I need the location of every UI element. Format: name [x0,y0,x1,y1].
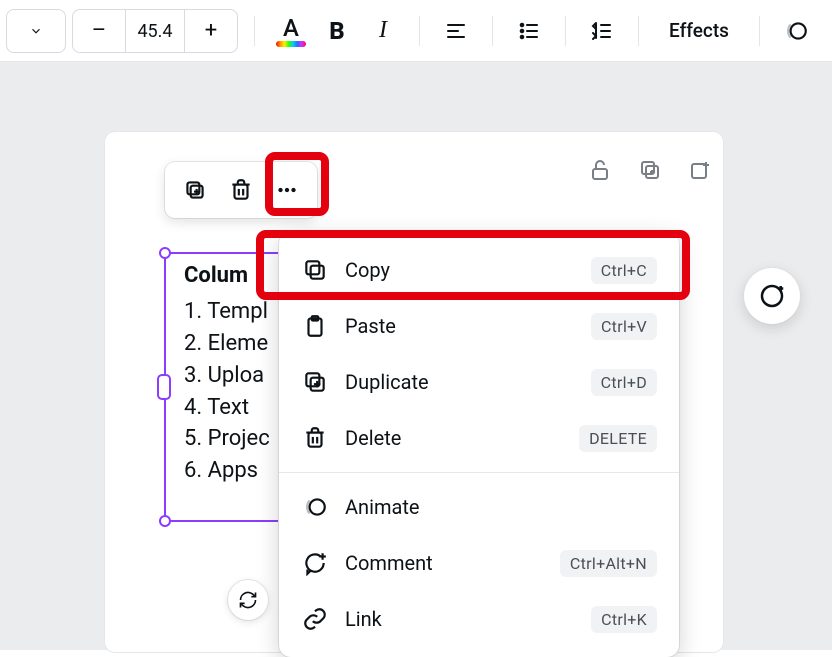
text-block[interactable]: Colum 1. Templ 2. Eleme 3. Uploa 4. Text… [184,260,270,487]
resize-handle-tl[interactable] [159,247,171,259]
cycle-icon [238,590,258,610]
lock-button[interactable] [586,156,614,184]
list-button[interactable] [509,11,549,51]
list-item: 6. Apps [184,455,270,487]
comment-icon [301,549,329,577]
selection-toolbar [165,162,317,218]
text-color-button[interactable]: A [271,15,311,47]
add-page-icon [688,158,712,182]
list-icon [517,19,541,43]
top-toolbar: – 45.4 + A B I Effects [0,0,832,62]
duplicate-selection-button[interactable] [173,168,217,212]
page-actions [586,156,714,184]
unlock-icon [588,158,612,182]
trash-icon [301,424,329,452]
effects-button[interactable]: Effects [655,11,743,51]
list-item: 3. Uploa [184,360,270,392]
resize-handle-left[interactable] [157,374,171,400]
sparkle-chat-icon [757,281,787,311]
ctx-comment[interactable]: Comment Ctrl+Alt+N [279,535,679,591]
menu-divider [279,472,679,473]
ai-assist-button[interactable] [744,268,800,324]
paste-icon [301,312,329,340]
list-item: 4. Text [184,392,270,424]
bold-button[interactable]: B [317,11,357,51]
ctx-animate[interactable]: Animate [279,479,679,535]
spacing-button[interactable] [582,11,622,51]
resize-handle-bl[interactable] [159,515,171,527]
ctx-shortcut: Ctrl+C [591,257,657,284]
list-item: 2. Eleme [184,328,270,360]
font-size-increase[interactable]: + [185,10,237,52]
ctx-copy[interactable]: Copy Ctrl+C [279,242,679,298]
animate-icon [301,493,329,521]
font-size-box: – 45.4 + [72,9,238,53]
text-color-letter: A [283,15,299,41]
trash-icon [228,177,254,203]
context-menu: Copy Ctrl+C Paste Ctrl+V Duplicate Ctrl+… [279,232,679,657]
duplicate-icon [182,177,208,203]
duplicate-icon [301,368,329,396]
duplicate-icon [638,158,662,182]
ctx-link[interactable]: Link Ctrl+K [279,591,679,647]
add-page-button[interactable] [686,156,714,184]
canvas-area: Colum 1. Templ 2. Eleme 3. Uploa 4. Text… [0,62,832,650]
chevron-down-icon [29,24,43,38]
align-icon [444,19,468,43]
ctx-shortcut: Ctrl+Alt+N [560,550,657,577]
font-size-decrease[interactable]: – [73,10,125,52]
ctx-paste[interactable]: Paste Ctrl+V [279,298,679,354]
ctx-shortcut: Ctrl+K [591,606,657,633]
link-icon [301,605,329,633]
italic-button[interactable]: I [363,11,403,51]
align-button[interactable] [436,11,476,51]
ctx-shortcut: Ctrl+V [591,313,657,340]
text-color-swatch [276,41,306,47]
cycle-button[interactable] [228,580,268,620]
animate-toolbar-button[interactable] [776,11,816,51]
font-size-value[interactable]: 45.4 [125,10,185,52]
delete-selection-button[interactable] [219,168,263,212]
spacing-icon [590,19,614,43]
list-item: 1. Templ [184,296,270,328]
ctx-duplicate[interactable]: Duplicate Ctrl+D [279,354,679,410]
ctx-delete[interactable]: Delete DELETE [279,410,679,466]
more-options-button[interactable] [265,168,309,212]
duplicate-page-button[interactable] [636,156,664,184]
font-family-select[interactable] [6,9,66,53]
animate-icon [783,18,809,44]
text-block-title: Colum [184,260,270,292]
ctx-shortcut: Ctrl+D [591,369,657,396]
more-icon [274,177,300,203]
ctx-shortcut: DELETE [579,425,657,452]
copy-icon [301,256,329,284]
list-item: 5. Projec [184,423,270,455]
